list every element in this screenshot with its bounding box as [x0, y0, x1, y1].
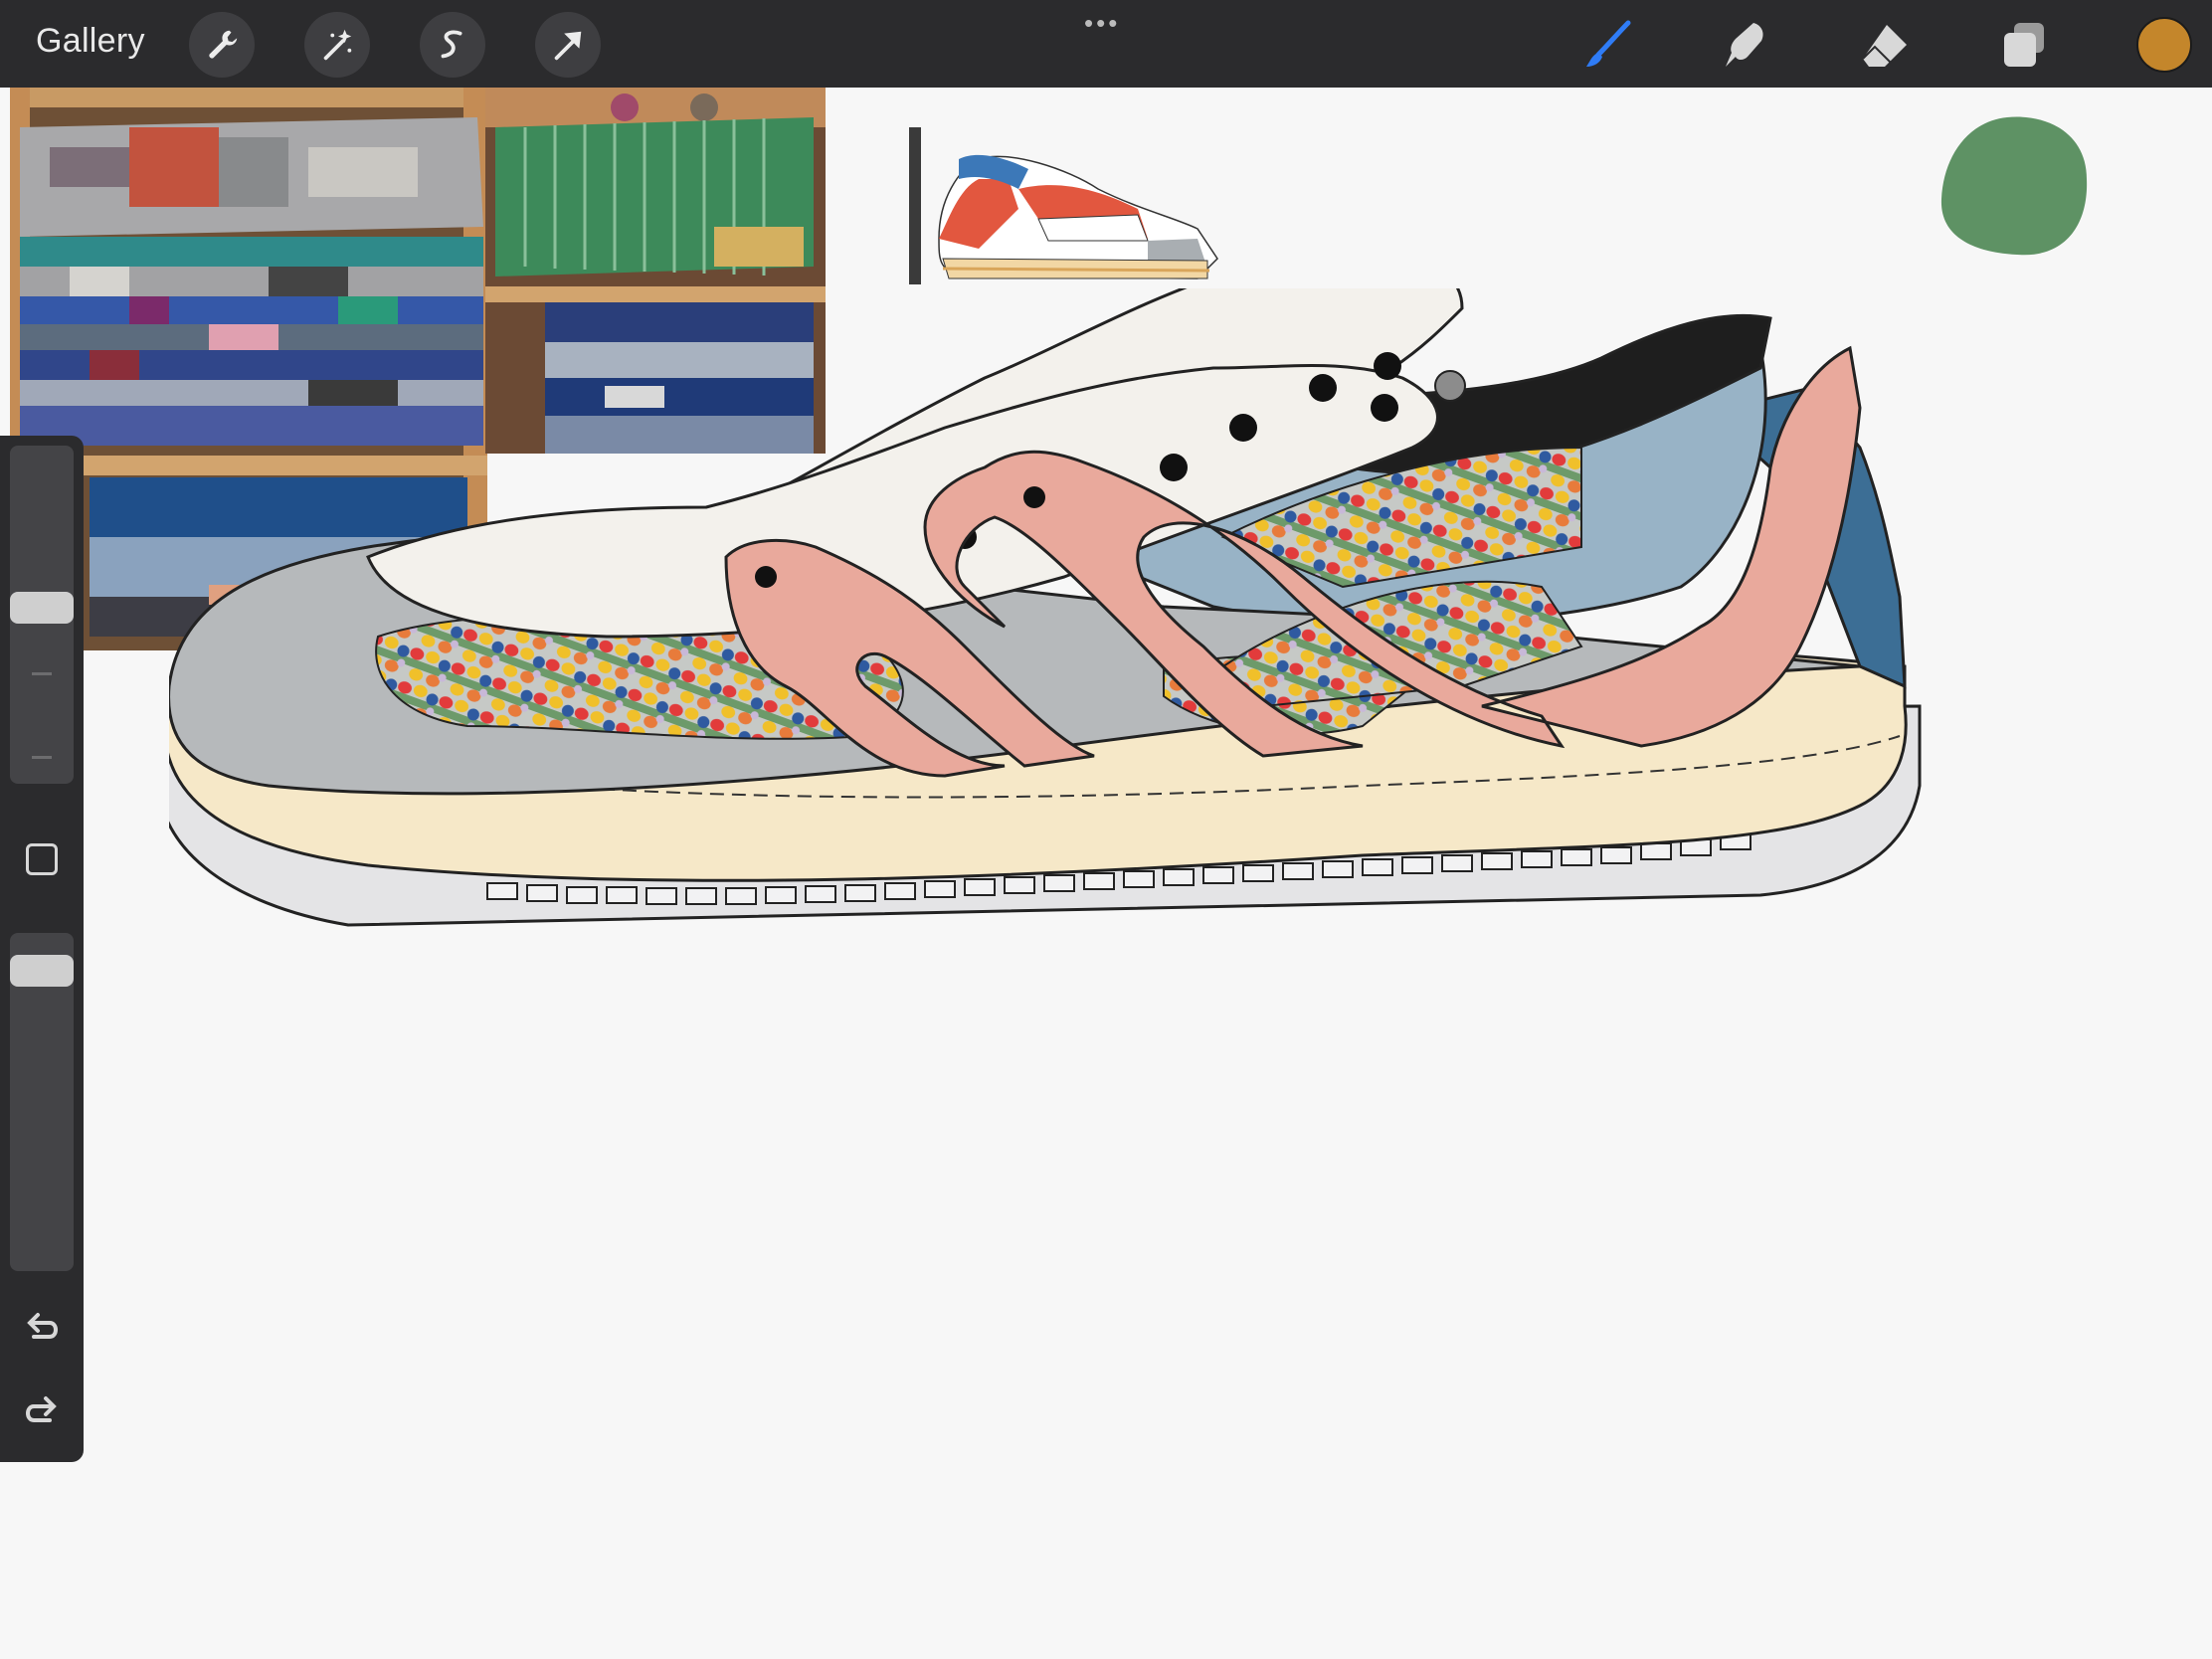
smudge-icon: [1726, 23, 1763, 67]
brush-icon: [1586, 20, 1631, 67]
paint-tool-button[interactable]: [1575, 12, 1641, 78]
window-grabber[interactable]: •••: [1084, 8, 1120, 39]
wrench-icon: [209, 30, 238, 59]
eraser-icon: [1862, 25, 1907, 67]
color-picker-button[interactable]: [2136, 17, 2192, 73]
layers-button[interactable]: [1991, 12, 2057, 78]
transform-button[interactable]: [535, 12, 601, 78]
magic-wand-icon: [323, 29, 352, 61]
slider-tick: [32, 756, 52, 759]
redo-icon[interactable]: [20, 1390, 64, 1434]
actions-button[interactable]: [189, 12, 255, 78]
brush-size-slider[interactable]: [10, 446, 74, 784]
brush-size-thumb[interactable]: [10, 592, 74, 624]
slider-tick: [32, 672, 52, 675]
sneaker-drawing[interactable]: [169, 288, 2138, 1293]
selection-button[interactable]: [420, 12, 485, 78]
adjustments-button[interactable]: [304, 12, 370, 78]
smudge-tool-button[interactable]: [1713, 12, 1778, 78]
square-modify-icon[interactable]: [26, 843, 58, 875]
erase-tool-button[interactable]: [1852, 12, 1918, 78]
arrow-cursor-icon: [554, 31, 582, 61]
color-test-blob: [1940, 116, 2088, 256]
selection-icon: [441, 30, 462, 59]
opacity-thumb[interactable]: [10, 955, 74, 987]
left-sidebar: [0, 436, 84, 1462]
layers-icon: [2004, 23, 2044, 67]
gallery-button[interactable]: Gallery: [36, 22, 145, 61]
undo-icon[interactable]: [20, 1307, 64, 1351]
preview-sneaker-image[interactable]: [899, 119, 1227, 288]
top-toolbar: Gallery •••: [0, 0, 2212, 88]
opacity-slider[interactable]: [10, 933, 74, 1271]
